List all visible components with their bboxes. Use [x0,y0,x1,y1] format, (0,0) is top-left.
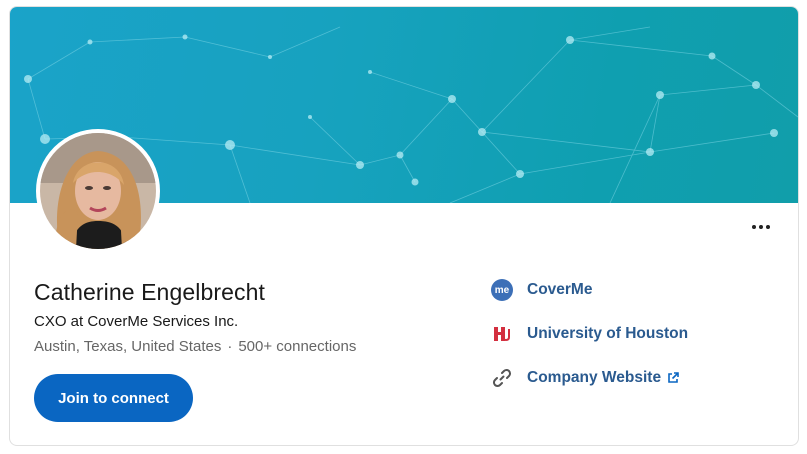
profile-photo [40,133,156,249]
link-current-company[interactable]: me CoverMe [490,277,592,303]
more-dot [752,225,756,229]
more-dot [766,225,770,229]
avatar[interactable] [36,129,160,253]
link-icon [490,366,514,390]
profile-connections: 500+ connections [238,338,357,355]
external-link-icon [667,372,679,384]
university-of-houston-logo-icon [490,322,514,346]
coverme-logo-icon: me [490,278,514,302]
link-label: CoverMe [527,281,593,298]
join-to-connect-button[interactable]: Join to connect [34,374,193,422]
profile-name: Catherine Engelbrecht [34,279,265,305]
meta-separator: · [227,338,233,355]
profile-location: Austin, Texas, United States [34,338,222,355]
profile-meta: Austin, Texas, United States · 500+ connec… [34,338,356,355]
profile-headline: CXO at CoverMe Services Inc. [34,313,239,330]
more-options-button[interactable] [749,217,773,237]
link-label: University of Houston [527,325,689,342]
profile-card: Catherine Engelbrecht CXO at CoverMe Ser… [9,6,799,446]
link-education[interactable]: University of Houston [490,321,688,347]
link-label: Company Website [527,369,662,386]
more-dot [759,225,763,229]
link-company-website[interactable]: Company Website [490,365,679,391]
